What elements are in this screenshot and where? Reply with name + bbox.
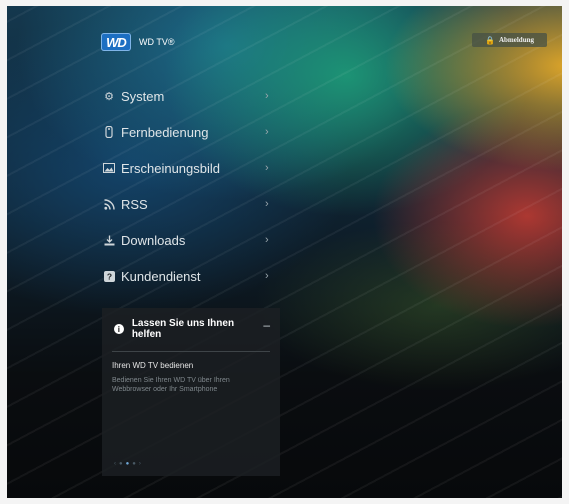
help-card-description: Bedienen Sie Ihren WD TV über Ihren Webb… xyxy=(112,377,230,393)
collapse-icon[interactable]: – xyxy=(263,318,270,332)
lock-icon: 🔒 xyxy=(485,35,495,45)
page-dot[interactable]: ● xyxy=(119,461,123,467)
menu-item-fernbedienung[interactable]: Fernbedienung › xyxy=(103,114,279,150)
divider xyxy=(112,351,270,352)
chevron-right-icon: › xyxy=(265,90,269,102)
chevron-right-icon: › xyxy=(265,234,269,246)
chevron-right-icon: › xyxy=(265,270,269,282)
wd-tv-web-ui: WD WD TV® 🔒 Abmeldung ⚙ System › Fernbed… xyxy=(7,6,562,498)
help-card-subtitle: Ihren WD TV bedienen xyxy=(112,361,194,370)
menu-item-system[interactable]: ⚙ System › xyxy=(103,78,279,114)
logout-label: Abmeldung xyxy=(498,36,534,44)
product-name: WD TV® xyxy=(139,37,175,47)
remote-icon xyxy=(103,126,115,138)
download-icon xyxy=(103,234,115,246)
chevron-right-icon: › xyxy=(265,126,269,138)
info-icon: i xyxy=(114,324,124,334)
prev-arrow-icon[interactable]: ‹ xyxy=(114,461,116,467)
page-dot-active[interactable]: ● xyxy=(126,461,130,467)
logout-button[interactable]: 🔒 Abmeldung xyxy=(472,33,547,47)
chevron-right-icon: › xyxy=(265,198,269,210)
background-stripes xyxy=(7,6,562,498)
page-dot[interactable]: ● xyxy=(132,461,136,467)
pagination-dots[interactable]: ‹ ● ● ● › xyxy=(114,461,141,467)
menu-item-label: Erscheinungsbild xyxy=(121,160,221,176)
rss-icon xyxy=(103,198,115,210)
chevron-right-icon: › xyxy=(265,162,269,174)
help-card-header: i Lassen Sie uns Ihnen helfen – xyxy=(102,308,280,351)
menu-item-label: RSS xyxy=(121,196,148,212)
menu-item-label: Downloads xyxy=(121,232,186,248)
menu-item-label: Kundendienst xyxy=(121,268,201,284)
wd-logo-icon: WD xyxy=(101,33,131,51)
menu-item-erscheinungsbild[interactable]: Erscheinungsbild › xyxy=(103,150,279,186)
svg-text:?: ? xyxy=(106,271,111,281)
main-menu: ⚙ System › Fernbedienung › Erscheinungsb… xyxy=(103,78,279,294)
menu-item-label: System xyxy=(121,88,165,104)
help-icon: ? xyxy=(103,270,115,282)
menu-item-rss[interactable]: RSS › xyxy=(103,186,279,222)
image-icon xyxy=(103,162,115,174)
menu-item-downloads[interactable]: Downloads › xyxy=(103,222,279,258)
gear-icon: ⚙ xyxy=(104,90,114,103)
menu-item-label: Fernbedienung xyxy=(121,124,209,140)
help-card: i Lassen Sie uns Ihnen helfen – Ihren WD… xyxy=(102,308,280,476)
help-card-title: Lassen Sie uns Ihnen helfen xyxy=(131,318,235,340)
next-arrow-icon[interactable]: › xyxy=(139,461,141,467)
brand-logo: WD WD TV® xyxy=(101,33,174,51)
menu-item-kundendienst[interactable]: ? Kundendienst › xyxy=(103,258,279,294)
